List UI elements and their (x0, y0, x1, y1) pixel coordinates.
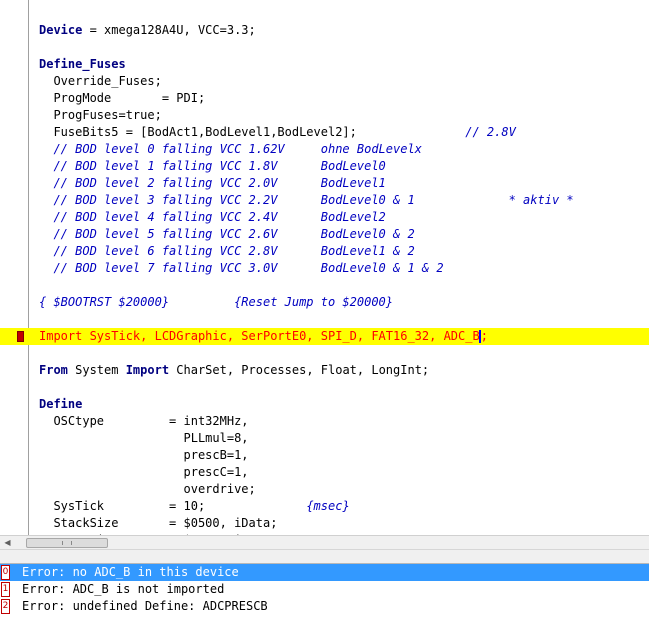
error-marker-icon[interactable] (17, 331, 24, 342)
code-comment: // BOD level 6 falling VCC 2.8V BodLevel… (39, 244, 415, 258)
code-text: ProgMode = PDI; (39, 91, 206, 105)
code-line[interactable]: prescC=1, (0, 464, 649, 481)
code-text: Override_Fuses; (39, 74, 162, 88)
code-keyword: Import (125, 363, 170, 377)
code-text: FuseBits5 = [BodAct1,BodLevel1,BodLevel2… (39, 125, 357, 139)
code-comment: // BOD level 3 falling VCC 2.2V BodLevel… (39, 193, 574, 207)
error-messages-list[interactable]: 0 Error: no ADC_B in this device 1 Error: A… (0, 564, 649, 635)
code-comment: {msec} (205, 499, 350, 513)
code-text: OSCtype = int32MHz, (39, 414, 249, 428)
code-line[interactable] (0, 5, 649, 22)
code-line[interactable]: Define_Fuses (0, 56, 649, 73)
code-line[interactable]: overdrive; (0, 481, 649, 498)
error-message-item[interactable]: 0 Error: no ADC_B in this device (0, 564, 649, 581)
code-text: ProgFuses=true; (39, 108, 162, 122)
code-line[interactable]: // BOD level 3 falling VCC 2.2V BodLevel… (0, 192, 649, 209)
code-line[interactable]: ProgMode = PDI; (0, 90, 649, 107)
code-comment: { $BOOTRST $20000} {Reset Jump to $20000… (39, 295, 394, 309)
code-keyword: Device (39, 23, 83, 37)
code-text: ; (480, 329, 488, 343)
code-comment: // BOD level 7 falling VCC 3.0V BodLevel… (39, 261, 444, 275)
code-line[interactable]: From System Import CharSet, Processes, F… (0, 362, 649, 379)
code-line[interactable]: // BOD level 1 falling VCC 1.8V BodLevel… (0, 158, 649, 175)
code-keyword: From (39, 363, 68, 377)
code-line[interactable]: prescB=1, (0, 447, 649, 464)
code-line[interactable] (0, 311, 649, 328)
code-line[interactable]: // BOD level 4 falling VCC 2.4V BodLevel… (0, 209, 649, 226)
code-comment: // BOD level 2 falling VCC 2.0V BodLevel… (39, 176, 386, 190)
error-message-item[interactable]: 1 Error: ADC_B is not imported (0, 581, 649, 598)
code-text: Import SysTick, LCDGraphic, SerPortE0, S… (39, 329, 480, 343)
code-text: System (67, 363, 126, 377)
code-comment: // BOD level 5 falling VCC 2.6V BodLevel… (39, 227, 415, 241)
code-line[interactable]: // BOD level 0 falling VCC 1.62V ohne Bo… (0, 141, 649, 158)
code-line[interactable]: // BOD level 2 falling VCC 2.0V BodLevel… (0, 175, 649, 192)
code-text: prescC=1, (39, 465, 249, 479)
code-text: SysTick = 10; (39, 499, 206, 513)
code-line[interactable]: { $BOOTRST $20000} {Reset Jump to $20000… (0, 294, 649, 311)
code-line[interactable]: FuseBits5 = [BodAct1,BodLevel1,BodLevel2… (0, 124, 649, 141)
code-line[interactable]: // BOD level 6 falling VCC 2.8V BodLevel… (0, 243, 649, 260)
scrollbar-grip (62, 541, 72, 545)
code-lines[interactable]: Device = xmega128A4U, VCC=3.3; Define_Fus… (0, 5, 649, 535)
code-line[interactable]: PLLmul=8, (0, 430, 649, 447)
code-line[interactable] (0, 39, 649, 56)
scrollbar-thumb[interactable] (26, 538, 108, 548)
error-number-badge: 1 (1, 582, 10, 597)
code-line[interactable] (0, 379, 649, 396)
code-comment: // 2.8V (356, 125, 516, 139)
code-line[interactable] (0, 277, 649, 294)
code-text: CharSet, Processes, Float, LongInt; (169, 363, 430, 377)
error-message-item[interactable]: 2 Error: undefined Define: ADCPRESCB (0, 598, 649, 615)
code-line[interactable]: SysTick = 10; {msec} (0, 498, 649, 515)
code-keyword: Define (39, 397, 83, 411)
code-keyword: Define_Fuses (39, 57, 126, 71)
error-number-badge: 2 (1, 599, 10, 614)
code-line[interactable]: Override_Fuses; (0, 73, 649, 90)
code-line[interactable] (0, 345, 649, 362)
code-text: PLLmul=8, (39, 431, 249, 445)
code-line[interactable]: Device = xmega128A4U, VCC=3.3; (0, 22, 649, 39)
code-text: StackSize = $0500, iData; (39, 516, 278, 530)
code-text: = xmega128A4U, VCC=3.3; (82, 23, 256, 37)
code-line[interactable]: ProgFuses=true; (0, 107, 649, 124)
code-line-error[interactable]: Import SysTick, LCDGraphic, SerPortE0, S… (0, 328, 649, 345)
error-message-text: Error: ADC_B is not imported (22, 582, 225, 596)
code-line[interactable]: OSCtype = int32MHz, (0, 413, 649, 430)
code-comment: // BOD level 1 falling VCC 1.8V BodLevel… (39, 159, 386, 173)
code-line[interactable]: // BOD level 5 falling VCC 2.6V BodLevel… (0, 226, 649, 243)
error-number-badge: 0 (1, 565, 10, 580)
code-line[interactable]: StackSize = $0500, iData; (0, 515, 649, 532)
pane-splitter[interactable] (0, 549, 649, 564)
code-line[interactable]: // BOD level 7 falling VCC 3.0V BodLevel… (0, 260, 649, 277)
error-message-text: Error: undefined Define: ADCPRESCB (22, 599, 268, 613)
code-comment: // BOD level 0 falling VCC 1.62V ohne Bo… (39, 142, 422, 156)
code-text: overdrive; (39, 482, 256, 496)
code-comment: // BOD level 4 falling VCC 2.4V BodLevel… (39, 210, 386, 224)
code-line[interactable]: Define (0, 396, 649, 413)
code-text: prescB=1, (39, 448, 249, 462)
scroll-left-arrow-icon[interactable]: ◀ (1, 537, 14, 549)
code-editor[interactable]: Device = xmega128A4U, VCC=3.3; Define_Fus… (0, 0, 649, 535)
horizontal-scrollbar[interactable]: ◀ (0, 535, 649, 549)
error-message-text: Error: no ADC_B in this device (22, 565, 239, 579)
